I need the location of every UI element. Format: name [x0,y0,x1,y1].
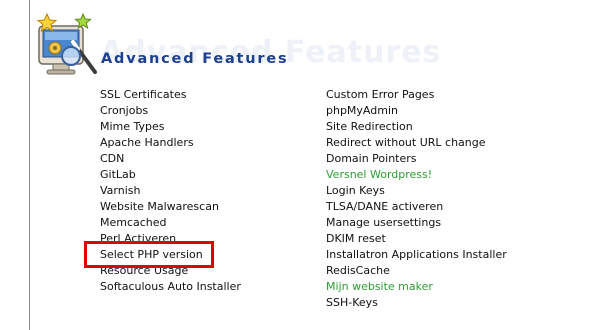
feature-link-cronjobs[interactable]: Cronjobs [100,103,241,119]
feature-link-apache-handlers[interactable]: Apache Handlers [100,135,241,151]
advanced-features-icon [36,12,97,75]
feature-link-ssh-keys[interactable]: SSH-Keys [326,295,507,311]
feature-link-rediscache[interactable]: RedisCache [326,263,507,279]
section-title: Advanced Features [101,51,289,67]
feature-link-website-malwarescan[interactable]: Website Malwarescan [100,199,241,215]
feature-link-gitlab[interactable]: GitLab [100,167,241,183]
feature-link-versnel-wordpress[interactable]: Versnel Wordpress! [326,167,507,183]
feature-link-varnish[interactable]: Varnish [100,183,241,199]
feature-link-redirect-without-url-change[interactable]: Redirect without URL change [326,135,507,151]
callout-highlight-box [84,241,214,268]
feature-link-phpmyadmin[interactable]: phpMyAdmin [326,103,507,119]
feature-link-site-redirection[interactable]: Site Redirection [326,119,507,135]
feature-link-memcached[interactable]: Memcached [100,215,241,231]
feature-link-cdn[interactable]: CDN [100,151,241,167]
feature-link-softaculous-auto-installer[interactable]: Softaculous Auto Installer [100,279,241,295]
feature-link-login-keys[interactable]: Login Keys [326,183,507,199]
feature-link-domain-pointers[interactable]: Domain Pointers [326,151,507,167]
feature-link-dkim-reset[interactable]: DKIM reset [326,231,507,247]
feature-link-manage-usersettings[interactable]: Manage usersettings [326,215,507,231]
feature-link-mijn-website-maker[interactable]: Mijn website maker [326,279,507,295]
panel-left-border [29,0,30,330]
feature-link-ssl-certificates[interactable]: SSL Certificates [100,87,241,103]
features-list-right: Custom Error Pages phpMyAdmin Site Redir… [326,87,507,311]
feature-link-tlsa-dane-activeren[interactable]: TLSA/DANE activeren [326,199,507,215]
feature-link-custom-error-pages[interactable]: Custom Error Pages [326,87,507,103]
feature-link-mime-types[interactable]: Mime Types [100,119,241,135]
feature-link-installatron-applications-installer[interactable]: Installatron Applications Installer [326,247,507,263]
